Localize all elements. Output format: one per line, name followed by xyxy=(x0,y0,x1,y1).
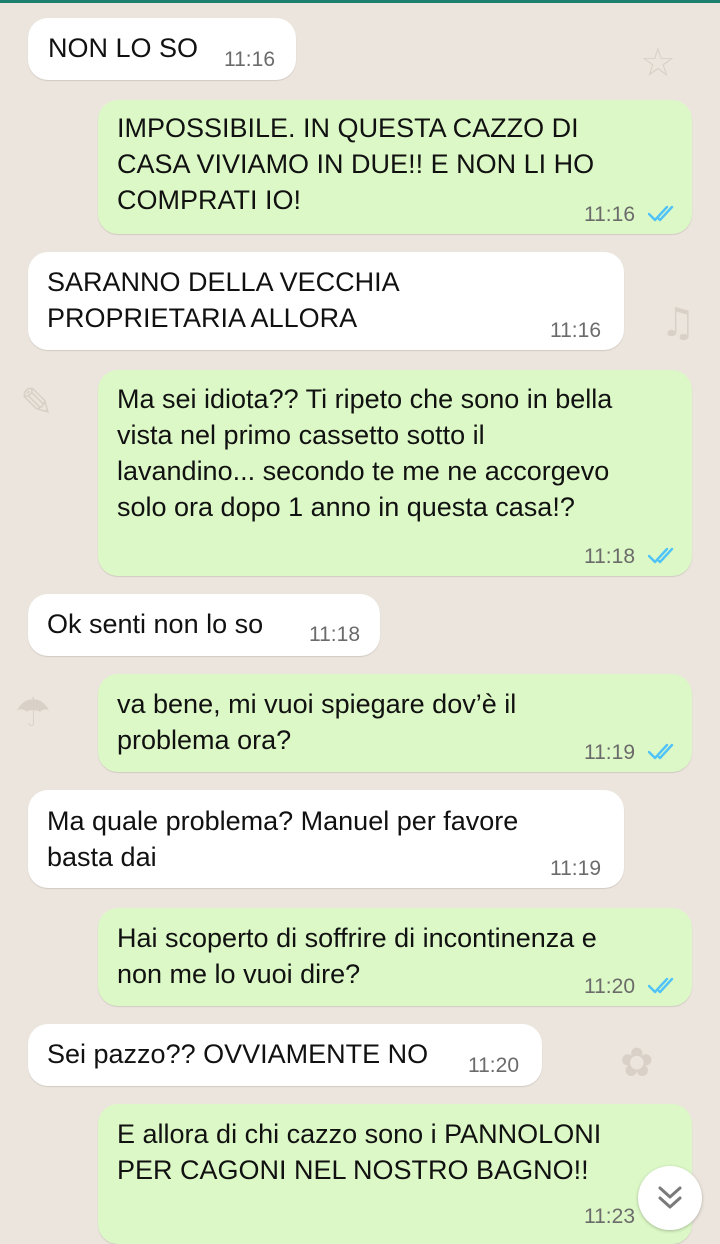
message-bubble-incoming[interactable]: NON LO SO 11:16 xyxy=(28,18,296,80)
message-text: NON LO SO xyxy=(48,33,199,63)
header-edge xyxy=(0,0,720,3)
message-time: 11:20 xyxy=(584,975,635,998)
message-time: 11:16 xyxy=(550,319,601,342)
message-bubble-incoming[interactable]: Ma quale problema? Manuel per favore bas… xyxy=(28,790,624,888)
double-check-icon xyxy=(648,977,674,994)
message-text: Ma sei idiota?? Ti ripeto che sono in be… xyxy=(117,384,613,522)
message-time: 11:18 xyxy=(309,623,360,646)
message-bubble-outgoing[interactable]: va bene, mi vuoi spiegare dov’è il probl… xyxy=(98,674,692,772)
message-time: 11:23 xyxy=(584,1205,635,1228)
wallpaper-doodle-icon: ♫ xyxy=(660,300,696,346)
message-time: 11:19 xyxy=(550,857,601,880)
double-check-icon xyxy=(648,743,674,760)
message-bubble-incoming[interactable]: Sei pazzo?? OVVIAMENTE NO 11:20 xyxy=(28,1024,542,1086)
message-time: 11:16 xyxy=(584,203,635,226)
message-time: 11:19 xyxy=(584,741,635,764)
wallpaper-doodle-icon: ☆ xyxy=(640,40,676,86)
message-bubble-incoming[interactable]: Ok senti non lo so 11:18 xyxy=(28,594,380,656)
double-check-icon xyxy=(648,547,674,564)
double-check-icon xyxy=(648,205,674,222)
message-bubble-outgoing[interactable]: Ma sei idiota?? Ti ripeto che sono in be… xyxy=(98,370,692,576)
message-bubble-incoming[interactable]: SARANNO DELLA VECCHIA PROPRIETARIA ALLOR… xyxy=(28,252,624,350)
scroll-to-bottom-button[interactable] xyxy=(638,1166,702,1230)
message-bubble-outgoing[interactable]: IMPOSSIBILE. IN QUESTA CAZZO DI CASA VIV… xyxy=(98,100,692,234)
message-text: SARANNO DELLA VECCHIA PROPRIETARIA ALLOR… xyxy=(47,267,400,333)
message-time: 11:18 xyxy=(584,545,635,568)
message-time: 11:16 xyxy=(224,48,275,71)
wallpaper-doodle-icon: ✎ xyxy=(20,380,54,426)
chevron-double-down-icon xyxy=(658,1186,682,1209)
message-text: IMPOSSIBILE. IN QUESTA CAZZO DI CASA VIV… xyxy=(117,113,595,215)
message-bubble-outgoing[interactable]: Hai scoperto di soffrire di incontinenza… xyxy=(98,908,692,1006)
wallpaper-doodle-icon: ☂ xyxy=(15,690,51,736)
wallpaper-doodle-icon: ✿ xyxy=(620,1040,654,1086)
message-text: Sei pazzo?? OVVIAMENTE NO xyxy=(47,1039,429,1069)
message-time: 11:20 xyxy=(468,1054,519,1077)
message-text: Hai scoperto di soffrire di incontinenza… xyxy=(117,923,597,989)
message-text: Ok senti non lo so xyxy=(47,609,264,639)
message-text: va bene, mi vuoi spiegare dov’è il probl… xyxy=(117,689,517,755)
message-text: E allora di chi cazzo sono i PANNOLONI P… xyxy=(117,1119,602,1185)
message-bubble-outgoing[interactable]: E allora di chi cazzo sono i PANNOLONI P… xyxy=(98,1104,692,1244)
message-text: Ma quale problema? Manuel per favore bas… xyxy=(47,806,519,872)
